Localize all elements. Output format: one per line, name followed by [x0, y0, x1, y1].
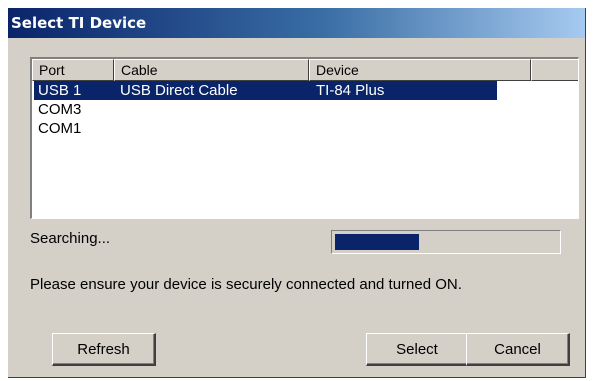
column-header-cable[interactable]: Cable — [114, 59, 309, 81]
progress-fill — [335, 234, 419, 250]
device-row[interactable]: COM1 — [34, 119, 497, 138]
title-bar[interactable]: Select TI Device — [8, 8, 585, 38]
connection-instructions: Please ensure your device is securely co… — [30, 276, 462, 293]
column-header-port[interactable]: Port — [32, 59, 114, 81]
cable-cell: USB Direct Cable — [120, 82, 238, 99]
refresh-button[interactable]: Refresh — [52, 333, 156, 366]
select-button[interactable]: Select — [366, 333, 469, 366]
column-header-filler — [531, 59, 578, 81]
device-list[interactable]: Port Cable Device USB 1 USB Direct Cable… — [30, 57, 579, 219]
column-header-device[interactable]: Device — [309, 59, 531, 81]
device-row[interactable]: USB 1 USB Direct Cable TI-84 Plus — [34, 81, 497, 100]
device-row[interactable]: COM3 — [34, 100, 497, 119]
window-title: Select TI Device — [11, 14, 147, 32]
select-device-dialog: Select TI Device Port Cable Device USB 1… — [8, 8, 586, 378]
device-list-header: Port Cable Device — [32, 59, 578, 81]
cancel-button[interactable]: Cancel — [466, 333, 570, 366]
device-cell: TI-84 Plus — [316, 82, 385, 99]
searching-label: Searching... — [30, 230, 111, 247]
search-progress-bar — [331, 230, 561, 254]
port-cell: COM1 — [38, 120, 82, 137]
port-cell: USB 1 — [38, 82, 82, 99]
port-cell: COM3 — [38, 101, 82, 118]
